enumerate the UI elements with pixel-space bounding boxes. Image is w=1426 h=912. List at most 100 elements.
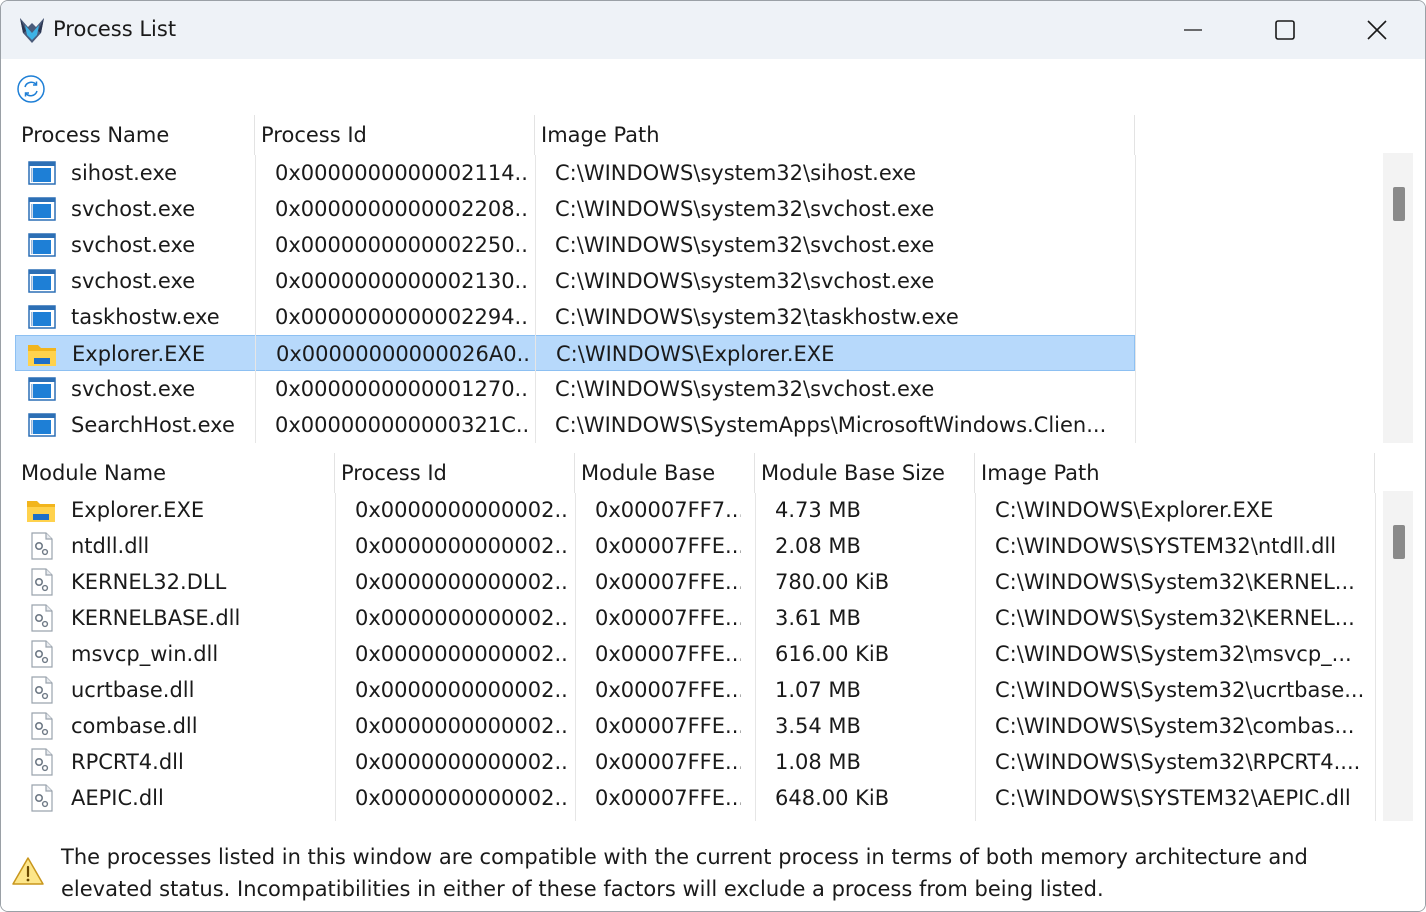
module-table[interactable]: Module Name Process Id Module Base Modul… xyxy=(15,453,1413,821)
process-id-cell: 0x0000000000002130... xyxy=(275,269,527,293)
app-window-icon xyxy=(28,233,56,257)
module-base-cell: 0x00007FFE... xyxy=(595,678,741,702)
process-id-cell: 0x0000000000002114... xyxy=(275,161,527,185)
module-image-path-cell: C:\WINDOWS\SYSTEM32\ntdll.dll xyxy=(995,534,1337,558)
module-row[interactable]: msvcp_win.dll 0x0000000000002... 0x00007FF… xyxy=(15,636,1375,672)
module-base-cell: 0x00007FFE... xyxy=(595,750,741,774)
process-row[interactable]: Explorer.EXE 0x00000000000026A0... C:\WIND… xyxy=(15,335,1135,371)
column-divider xyxy=(335,493,336,821)
process-name-cell: SearchHost.exe xyxy=(71,413,235,437)
module-process-id-cell: 0x0000000000002... xyxy=(355,570,567,594)
close-button[interactable] xyxy=(1331,1,1423,59)
image-path-cell: C:\WINDOWS\system32\svchost.exe xyxy=(555,269,935,293)
process-row[interactable]: svchost.exe 0x0000000000001270... C:\WINDO… xyxy=(15,371,1135,407)
process-name-cell: svchost.exe xyxy=(71,197,196,221)
title-bar[interactable]: Process List xyxy=(1,1,1425,59)
image-path-cell: C:\WINDOWS\Explorer.EXE xyxy=(556,342,835,366)
image-path-cell: C:\WINDOWS\system32\sihost.exe xyxy=(555,161,917,185)
app-window-icon xyxy=(28,413,56,437)
process-row[interactable]: svchost.exe 0x0000000000002130... C:\WINDO… xyxy=(15,263,1135,299)
module-base-size-cell: 1.07 MB xyxy=(775,678,861,702)
module-row[interactable]: AEPIC.dll 0x0000000000002... 0x00007FFE...… xyxy=(15,780,1375,816)
process-row[interactable]: SearchHost.exe 0x000000000000321C... C:\WI… xyxy=(15,407,1135,443)
process-row[interactable]: sihost.exe 0x0000000000002114... C:\WINDOW… xyxy=(15,155,1135,191)
process-row[interactable]: svchost.exe 0x0000000000002250... C:\WINDO… xyxy=(15,227,1135,263)
folder-icon xyxy=(27,501,55,522)
module-image-path-cell: C:\WINDOWS\System32\combas... xyxy=(995,714,1355,738)
app-window-icon xyxy=(28,197,56,221)
module-name-cell: Explorer.EXE xyxy=(71,498,205,522)
image-path-cell: C:\WINDOWS\system32\svchost.exe xyxy=(555,377,935,401)
app-window-icon xyxy=(28,161,56,185)
module-name-cell: ntdll.dll xyxy=(71,534,150,558)
column-header-process-id[interactable]: Process Id xyxy=(255,115,535,155)
process-name-cell: taskhostw.exe xyxy=(71,305,220,329)
column-header-process-name[interactable]: Process Name xyxy=(15,115,255,155)
dll-file-icon xyxy=(31,604,53,632)
module-process-id-cell: 0x0000000000002... xyxy=(355,714,567,738)
process-name-cell: svchost.exe xyxy=(71,233,196,257)
minimize-icon xyxy=(1184,29,1202,31)
column-header-image-path[interactable]: Image Path xyxy=(535,115,1135,155)
refresh-button[interactable] xyxy=(15,73,47,105)
module-row[interactable]: combase.dll 0x0000000000002... 0x00007FFE.… xyxy=(15,708,1375,744)
dll-file-icon xyxy=(31,568,53,596)
module-image-path-cell: C:\WINDOWS\Explorer.EXE xyxy=(995,498,1274,522)
module-row[interactable]: ucrtbase.dll 0x0000000000002... 0x00007FFE… xyxy=(15,672,1375,708)
module-process-id-cell: 0x0000000000002... xyxy=(355,786,567,810)
module-image-path-cell: C:\WINDOWS\System32\msvcp_... xyxy=(995,642,1352,666)
module-name-cell: msvcp_win.dll xyxy=(71,642,219,666)
column-divider xyxy=(755,493,756,821)
module-name-cell: KERNEL32.DLL xyxy=(71,570,227,594)
column-divider xyxy=(1135,155,1136,443)
close-icon xyxy=(1367,20,1387,40)
column-header-module-base[interactable]: Module Base xyxy=(575,453,755,493)
column-divider xyxy=(255,155,256,443)
module-process-id-cell: 0x0000000000002... xyxy=(355,750,567,774)
dll-file-icon xyxy=(31,640,53,668)
dll-file-icon xyxy=(31,532,53,560)
maximize-button[interactable] xyxy=(1239,1,1331,59)
module-base-cell: 0x00007FFE... xyxy=(595,714,741,738)
maximize-icon xyxy=(1275,20,1295,40)
module-base-size-cell: 3.61 MB xyxy=(775,606,861,630)
module-process-id-cell: 0x0000000000002... xyxy=(355,534,567,558)
module-row[interactable]: KERNELBASE.dll 0x0000000000002... 0x00007F… xyxy=(15,600,1375,636)
module-base-cell: 0x00007FFE... xyxy=(595,606,741,630)
module-process-id-cell: 0x0000000000002... xyxy=(355,606,567,630)
process-row[interactable]: taskhostw.exe 0x0000000000002294... C:\WIN… xyxy=(15,299,1135,335)
module-row[interactable]: KERNEL32.DLL 0x0000000000002... 0x00007FFE… xyxy=(15,564,1375,600)
module-table-scroll-thumb[interactable] xyxy=(1393,525,1405,559)
module-process-id-cell: 0x0000000000002... xyxy=(355,498,567,522)
app-window-icon xyxy=(28,377,56,401)
module-table-scrollbar[interactable] xyxy=(1383,491,1413,821)
module-row[interactable]: RPCRT4.dll 0x0000000000002... 0x00007FFE..… xyxy=(15,744,1375,780)
module-row[interactable]: Explorer.EXE 0x0000000000002... 0x00007FF7… xyxy=(15,492,1375,528)
image-path-cell: C:\WINDOWS\system32\taskhostw.exe xyxy=(555,305,959,329)
module-image-path-cell: C:\WINDOWS\System32\ucrtbase... xyxy=(995,678,1365,702)
column-header-module-process-id[interactable]: Process Id xyxy=(335,453,575,493)
module-name-cell: RPCRT4.dll xyxy=(71,750,184,774)
process-table-scrollbar[interactable] xyxy=(1383,153,1413,443)
process-table[interactable]: Process Name Process Id Image Path sihos… xyxy=(15,115,1413,443)
folder-icon xyxy=(28,345,56,366)
image-path-cell: C:\WINDOWS\SystemApps\MicrosoftWindows.C… xyxy=(555,413,1107,437)
module-base-size-cell: 648.00 KiB xyxy=(775,786,890,810)
process-row[interactable]: svchost.exe 0x0000000000002208... C:\WINDO… xyxy=(15,191,1135,227)
column-header-module-base-size[interactable]: Module Base Size xyxy=(755,453,975,493)
module-row[interactable]: ntdll.dll 0x0000000000002... 0x00007FFE...… xyxy=(15,528,1375,564)
app-window-icon xyxy=(28,269,56,293)
module-image-path-cell: C:\WINDOWS\System32\KERNEL... xyxy=(995,570,1355,594)
process-table-scroll-thumb[interactable] xyxy=(1393,187,1405,221)
module-image-path-cell: C:\WINDOWS\System32\KERNEL... xyxy=(995,606,1355,630)
warning-icon xyxy=(12,857,44,885)
column-header-module-image-path[interactable]: Image Path xyxy=(975,453,1375,493)
dll-file-icon xyxy=(31,748,53,776)
module-image-path-cell: C:\WINDOWS\System32\RPCRT4.... xyxy=(995,750,1361,774)
module-process-id-cell: 0x0000000000002... xyxy=(355,642,567,666)
minimize-button[interactable] xyxy=(1147,1,1239,59)
process-name-cell: svchost.exe xyxy=(71,269,196,293)
column-header-module-name[interactable]: Module Name xyxy=(15,453,335,493)
module-base-cell: 0x00007FF7... xyxy=(595,498,741,522)
column-divider xyxy=(535,155,536,443)
